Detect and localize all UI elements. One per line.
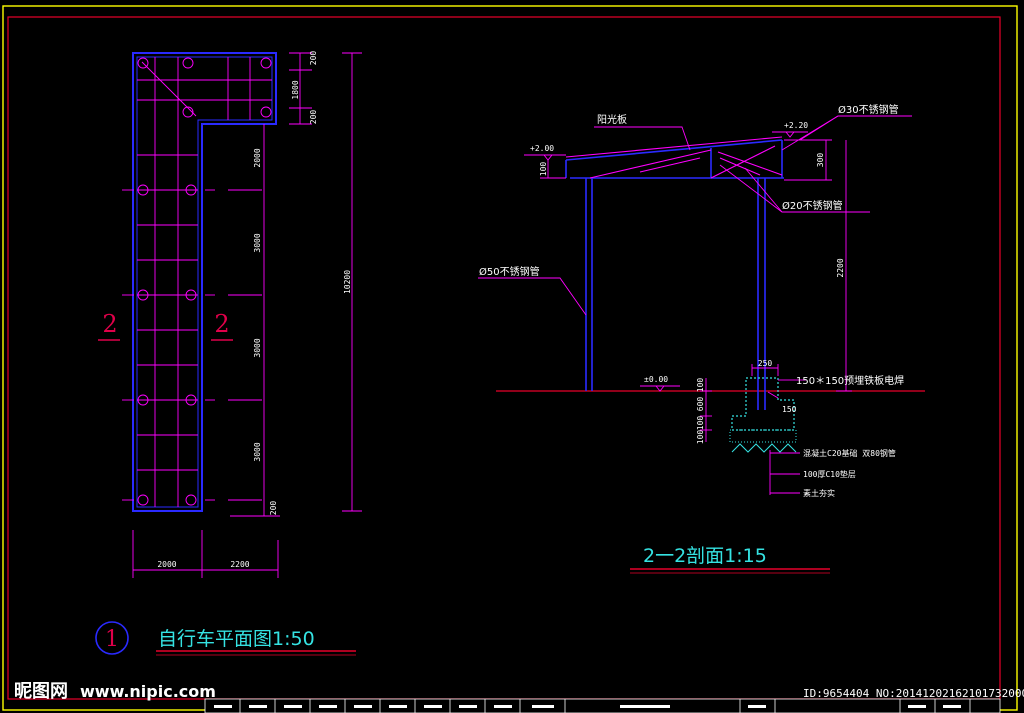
svg-text:3000: 3000 xyxy=(253,233,262,252)
dim-footing-3: 100 xyxy=(696,416,705,431)
svg-text:100: 100 xyxy=(696,430,705,445)
inner-sheet-frame xyxy=(7,16,1001,700)
watermark-site: www.nipic.com xyxy=(80,682,216,701)
dim-3000-a: 3000 xyxy=(253,233,262,252)
dim-200-b: 200 xyxy=(309,110,318,125)
elev-ground: ±0.00 xyxy=(644,375,668,384)
watermark-id: ID:9654404 NO:20141202162101732000 xyxy=(803,687,1024,700)
svg-text:200: 200 xyxy=(309,110,318,125)
dim-overall: 10200 xyxy=(343,270,352,294)
svg-text:2200: 2200 xyxy=(836,258,845,277)
elev-right-top: +2.20 xyxy=(784,121,808,130)
dim-roof-height: 300 xyxy=(816,153,825,168)
dim-200-c: 200 xyxy=(269,501,278,516)
watermark-brand: 昵图网 xyxy=(14,681,68,702)
label-roof-panel: 阳光板 xyxy=(597,113,627,126)
label-tube-30: Ø30不锈钢管 xyxy=(838,103,899,116)
svg-text:300: 300 xyxy=(816,153,825,168)
dim-3000-b: 3000 xyxy=(253,338,262,357)
plan-title: 自行车平面图1:50 xyxy=(158,628,315,650)
dim-eave-height: 100 xyxy=(539,162,548,177)
dim-anchor-offset: 150 xyxy=(782,405,797,414)
dim-footing-1: 100 xyxy=(696,378,705,393)
dim-footing-width: 250 xyxy=(758,359,773,368)
section-mark-left: 2 xyxy=(102,310,117,338)
dim-bottom-2200: 2200 xyxy=(230,560,249,569)
plan-dimension-chain-bottom xyxy=(132,530,279,578)
svg-text:2000: 2000 xyxy=(253,148,262,167)
svg-text:3000: 3000 xyxy=(253,338,262,357)
svg-text:3000: 3000 xyxy=(253,442,262,461)
section-title: 2一2剖面1:15 xyxy=(643,545,767,567)
dim-1800: 1800 xyxy=(291,80,300,99)
label-foundation-2: 100厚C10垫层 xyxy=(803,469,856,479)
plan-column-markers xyxy=(137,57,272,506)
elev-left-top: +2.00 xyxy=(530,144,554,153)
dim-200-a: 200 xyxy=(309,51,318,66)
label-tube-50: Ø50不锈钢管 xyxy=(479,265,540,278)
dim-column-height: 2200 xyxy=(836,258,845,277)
label-foundation-3: 素土夯实 xyxy=(803,488,835,498)
dim-2000: 2000 xyxy=(253,148,262,167)
label-foundation-1: 混凝土C20基础 双80钢管 xyxy=(803,448,896,458)
dim-footing-4: 100 xyxy=(696,430,705,445)
plan-outline xyxy=(132,52,277,512)
svg-text:1800: 1800 xyxy=(291,80,300,99)
svg-text:100: 100 xyxy=(696,416,705,431)
svg-text:10200: 10200 xyxy=(343,270,352,294)
svg-text:100: 100 xyxy=(539,162,548,177)
section-2-2: 阳光板 Ø30不锈钢管 Ø20不锈钢管 Ø50不锈钢管 +2.00 +2.20 … xyxy=(478,103,925,574)
svg-text:200: 200 xyxy=(269,501,278,516)
dim-3000-c: 3000 xyxy=(253,442,262,461)
dim-footing-2: 600 xyxy=(696,397,705,412)
title-block-strip xyxy=(204,698,1001,713)
label-anchor-plate: 150＊150预埋铁板电焊 xyxy=(796,374,904,387)
svg-text:600: 600 xyxy=(696,397,705,412)
foundation xyxy=(700,364,806,495)
label-tube-20: Ø20不锈钢管 xyxy=(782,199,843,212)
svg-text:100: 100 xyxy=(696,378,705,393)
detail-number: 1 xyxy=(105,627,119,652)
svg-text:200: 200 xyxy=(309,51,318,66)
columns xyxy=(585,178,766,410)
section-mark-right: 2 xyxy=(214,310,229,338)
bicycle-shed-plan: 200 1800 200 2000 3000 3000 3000 200 102… xyxy=(95,51,362,656)
cad-drawing-sheet: 200 1800 200 2000 3000 3000 3000 200 102… xyxy=(2,5,1024,713)
dim-bottom-2000: 2000 xyxy=(157,560,176,569)
roof-truss xyxy=(565,139,784,179)
